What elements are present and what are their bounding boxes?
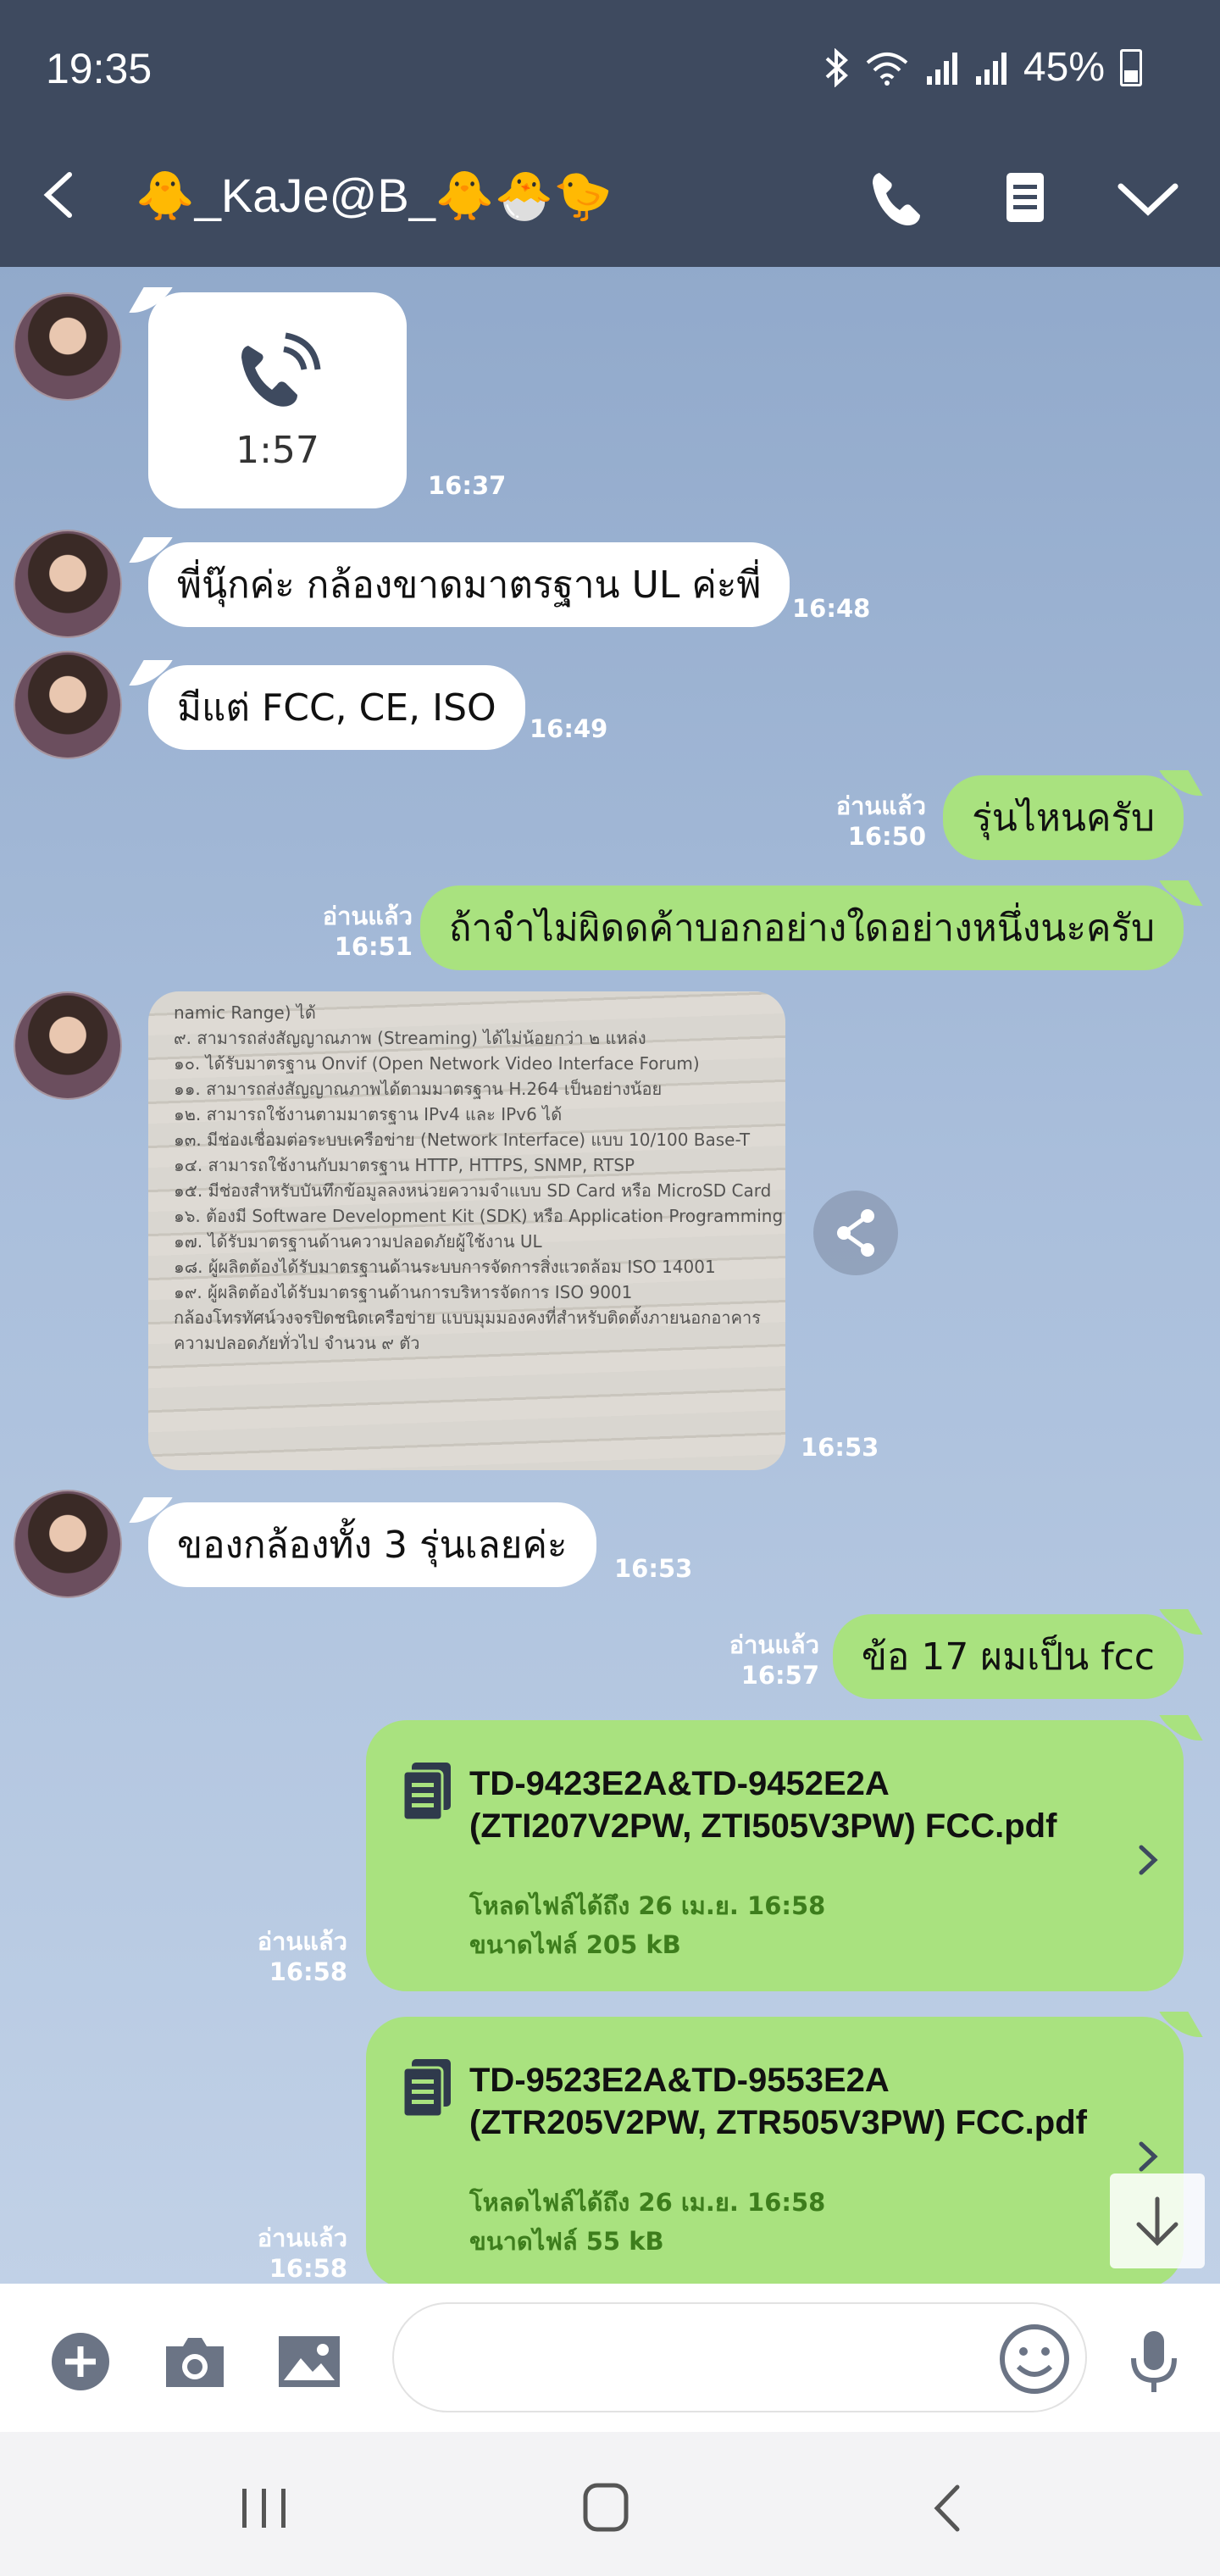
photo-text-line: ๑๓. มีช่องเชื่อมต่อระบบเครือข่าย (Networ… — [174, 1130, 751, 1150]
document-icon — [402, 2059, 451, 2118]
read-receipt: อ่านแล้ว — [729, 1630, 819, 1659]
photo-text-line: ๑๕. มีช่องสำหรับบันทึกข้อมูลลงหน่วยความจ… — [174, 1180, 772, 1201]
chevron-down-icon[interactable] — [1114, 164, 1182, 232]
read-receipt-group: อ่านแล้ว 16:58 — [258, 1926, 347, 1987]
message-input-bar — [0, 2284, 1220, 2432]
photo-text-line: ๑๒. สามารถใช้งานตามมาตรฐาน IPv4 และ IPv6… — [174, 1104, 563, 1124]
file-name: TD-9423E2A&TD-9452E2A (ZTI207V2PW, ZTI50… — [469, 1763, 1056, 1847]
message-time: 16:49 — [530, 714, 608, 743]
file-size: ขนาดไฟล์ 205 kB — [469, 1930, 681, 1959]
photo-text-line: namic Range) ได้ — [174, 1002, 316, 1023]
battery-percent: 45% — [1023, 45, 1105, 90]
read-receipt-group: อ่านแล้ว 16:57 — [729, 1629, 819, 1690]
photo-message[interactable]: namic Range) ได้๙. สามารถส่งสัญญาณภาพ (S… — [148, 991, 785, 1470]
read-receipt: อ่านแล้ว — [835, 791, 926, 820]
photo-text-line: ๑๔. สามารถใช้งานกับมาตรฐาน HTTP, HTTPS, … — [174, 1155, 635, 1175]
call-duration: 1:57 — [236, 429, 319, 472]
file-name-line: TD-9423E2A&TD-9452E2A — [469, 1765, 890, 1802]
message-bubble[interactable]: พี่นุ๊กค่ะ กล้องขาดมาตรฐาน UL ค่ะพี่ — [148, 542, 790, 627]
message-time: 16:57 — [740, 1661, 819, 1690]
avatar[interactable] — [14, 651, 122, 759]
photo-text-line: ๑๙. ผู้ผลิตต้องได้รับมาตรฐานด้านการบริหา… — [174, 1282, 633, 1302]
status-bar: 19:35 45% — [0, 0, 1220, 127]
share-icon — [837, 1209, 874, 1257]
arrow-down-icon — [1136, 2196, 1178, 2246]
message-bubble[interactable]: ของกล้องทั้ง 3 รุ่นเลยค่ะ — [148, 1502, 596, 1587]
message-bubble[interactable]: มีแต่ FCC, CE, ISO — [148, 665, 525, 750]
read-receipt-group: อ่านแล้ว 16:50 — [836, 791, 926, 852]
read-receipt: อ่านแล้ว — [322, 902, 413, 930]
avatar[interactable] — [14, 1490, 122, 1598]
message-bubble[interactable]: ถ้าจำไม่ผิดดค้าบอกอย่างใดอย่างหนึ่งนะครั… — [419, 886, 1184, 970]
system-nav-bar — [0, 2432, 1220, 2576]
chat-title[interactable]: 🐥_KaJe@B_🐥🐣🐤 — [136, 168, 613, 224]
photo-text-line: ๑๑. สามารถส่งสัญญาณภาพได้ตามมาตรฐาน H.26… — [174, 1079, 663, 1099]
avatar[interactable] — [14, 292, 122, 401]
file-message[interactable]: TD-9523E2A&TD-9553E2A (ZTR205V2PW, ZTR50… — [366, 2017, 1184, 2284]
message-time: 16:48 — [792, 594, 871, 623]
photo-text-line: ๑๐. ได้รับมาตรฐาน Onvif (Open Network Vi… — [174, 1053, 700, 1074]
plus-icon[interactable] — [47, 2328, 114, 2396]
chevron-right-icon — [1139, 2141, 1158, 2172]
read-receipt-group: อ่านแล้ว 16:51 — [323, 901, 413, 962]
photo-text-line: ความปลอดภัยทั่วไป จำนวน ๙ ตัว — [174, 1333, 420, 1353]
microphone-icon[interactable] — [1120, 2328, 1188, 2396]
call-message[interactable]: 1:57 — [148, 292, 407, 508]
message-time: 16:50 — [847, 822, 926, 851]
file-download-expiry: โหลดไฟล์ได้ถึง 26 เม.ย. 16:58 — [469, 1891, 826, 1920]
back-nav-icon[interactable] — [913, 2479, 981, 2538]
notes-icon[interactable] — [991, 164, 1059, 232]
message-time: 16:53 — [614, 1554, 693, 1583]
scroll-to-bottom-button[interactable] — [1110, 2174, 1205, 2268]
phone-call-icon — [241, 332, 320, 407]
message-time: 16:58 — [269, 1957, 347, 1986]
avatar[interactable] — [14, 530, 122, 638]
bluetooth-icon — [825, 47, 848, 87]
image-icon[interactable] — [275, 2328, 343, 2396]
read-receipt-group: อ่านแล้ว 16:58 — [258, 2223, 347, 2284]
wifi-icon — [866, 52, 908, 86]
photo-text-line: ๑๖. ต้องมี Software Development Kit (SDK… — [174, 1206, 785, 1226]
phone-icon[interactable] — [864, 164, 932, 232]
file-name-line: (ZTR205V2PW, ZTR505V3PW) FCC.pdf — [469, 2104, 1087, 2141]
back-icon[interactable] — [36, 169, 86, 220]
file-name-line: TD-9523E2A&TD-9553E2A — [469, 2062, 890, 2099]
battery-icon — [1120, 48, 1142, 86]
share-button[interactable] — [813, 1191, 898, 1275]
home-icon[interactable] — [572, 2479, 640, 2538]
photo-document-text: namic Range) ได้๙. สามารถส่งสัญญาณภาพ (S… — [174, 1000, 785, 1356]
camera-icon[interactable] — [161, 2328, 229, 2396]
photo-text-line: ๑๘. ผู้ผลิตต้องได้รับมาตรฐานด้านระบบการจ… — [174, 1257, 716, 1277]
photo-text-line: กล้องโทรทัศน์วงจรปิดชนิดเครือข่าย แบบมุม… — [174, 1307, 761, 1328]
read-receipt: อ่านแล้ว — [257, 1927, 347, 1956]
recent-apps-icon[interactable] — [230, 2479, 298, 2538]
message-bubble[interactable]: ข้อ 17 ผมเป็น fcc — [832, 1614, 1184, 1699]
message-bubble[interactable]: รุ่นไหนครับ — [943, 775, 1184, 860]
emoji-icon[interactable] — [998, 2323, 1071, 2396]
photo-text-line: ๑๗. ได้รับมาตรฐานด้านความปลอดภัยผู้ใช้งา… — [174, 1231, 542, 1252]
status-icons: 45% — [824, 44, 1142, 91]
photo-text-line: ๙. สามารถส่งสัญญาณภาพ (Streaming) ได้ไม่… — [174, 1028, 646, 1048]
file-name-line: (ZTI207V2PW, ZTI505V3PW) FCC.pdf — [469, 1807, 1057, 1845]
message-time: 16:58 — [269, 2254, 347, 2283]
signal-icon — [926, 52, 957, 85]
signal-icon — [975, 52, 1006, 85]
file-name: TD-9523E2A&TD-9553E2A (ZTR205V2PW, ZTR50… — [469, 2059, 1087, 2144]
chat-header: 🐥_KaJe@B_🐥🐣🐤 — [0, 127, 1220, 267]
read-receipt: อ่านแล้ว — [257, 2223, 347, 2252]
status-time: 19:35 — [46, 45, 152, 92]
chevron-right-icon — [1139, 1845, 1158, 1875]
file-download-expiry: โหลดไฟล์ได้ถึง 26 เม.ย. 16:58 — [469, 2188, 826, 2217]
file-message[interactable]: TD-9423E2A&TD-9452E2A (ZTI207V2PW, ZTI50… — [366, 1720, 1184, 1991]
file-size: ขนาดไฟล์ 55 kB — [469, 2227, 664, 2256]
message-input[interactable] — [392, 2302, 1087, 2412]
chat-message-list[interactable]: 1:57 16:37 พี่นุ๊กค่ะ กล้องขาดมาตรฐาน UL… — [0, 267, 1220, 2284]
message-time: 16:37 — [428, 471, 507, 500]
avatar[interactable] — [14, 991, 122, 1100]
message-time: 16:53 — [801, 1433, 879, 1462]
message-time: 16:51 — [334, 932, 413, 961]
document-icon — [402, 1763, 451, 1822]
